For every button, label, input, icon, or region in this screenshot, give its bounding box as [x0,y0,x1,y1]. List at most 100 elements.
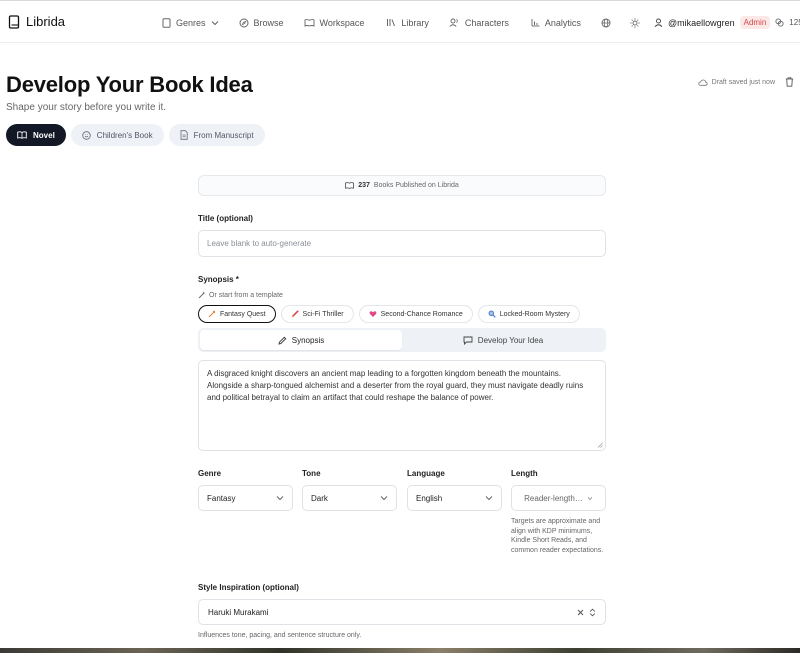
page-title: Develop Your Book Idea [6,72,253,97]
synopsis-text: A disgraced knight discovers an ancient … [207,369,584,402]
draft-status-text: Draft saved just now [711,78,775,86]
genre-label: Genre [198,469,222,478]
template-hint-text: Or start from a template [209,291,283,299]
library-icon [386,18,396,27]
synopsis-textarea[interactable]: A disgraced knight discovers an ancient … [198,360,606,451]
hearts-icon [369,310,377,318]
chevron-down-icon [485,495,493,501]
chevron-down-icon [380,495,388,501]
clear-icon[interactable] [577,609,584,616]
tone-select[interactable]: Dark [302,485,397,511]
pencil-icon [278,336,287,345]
tab-childrens-book[interactable]: Children's Book [70,124,164,146]
template-chip-label: Locked-Room Mystery [499,310,570,318]
template-chip-fantasy-quest[interactable]: Fantasy Quest [198,305,276,323]
theme-toggle-button[interactable] [630,17,640,28]
compass-icon [239,18,249,28]
tone-label: Tone [302,469,321,478]
tab-synopsis[interactable]: Synopsis [200,330,402,350]
page-subtitle: Shape your story before you write it. [6,102,167,113]
sun-icon [630,17,640,28]
nav-library-label: Library [401,17,429,28]
sparkle-wand-icon [208,310,216,318]
nav-genres-dropdown[interactable]: Genres [162,18,219,28]
rocket-icon [291,310,299,318]
book-icon [162,17,171,28]
bar-chart-icon [531,18,540,27]
credits-indicator[interactable]: 1258 [775,18,800,27]
magnifier-icon [488,310,496,318]
book-open-icon [345,182,355,189]
nav-menu: Genres Browse Workspace Library Characte… [162,16,800,29]
admin-role-badge: Admin [739,16,771,29]
tab-synopsis-label: Synopsis [291,335,325,345]
document-icon [180,130,188,140]
nav-analytics-label: Analytics [544,17,581,28]
nav-workspace[interactable]: Workspace [304,18,364,28]
brand-logo[interactable]: Librida [8,14,65,29]
length-select[interactable]: Reader-length… [511,485,606,511]
template-chip-locked-room-mystery[interactable]: Locked-Room Mystery [477,305,580,323]
nav-library[interactable]: Library [386,18,429,28]
smile-icon [82,130,91,140]
nav-analytics[interactable]: Analytics [531,18,581,28]
books-published-stat: 237 Books Published on Librida [198,175,606,196]
book-logo-icon [8,14,20,29]
template-chips: Fantasy Quest Sci-Fi Thriller Second-Cha… [198,305,580,323]
chevron-down-icon [276,495,284,501]
user-menu[interactable]: @mikaellowgren [654,18,735,28]
tab-develop-label: Develop Your Idea [477,335,544,345]
magic-wand-icon [198,291,206,299]
books-published-label: Books Published on Librida [373,182,459,189]
language-value: English [416,493,443,503]
length-placeholder: Reader-length… [524,493,583,503]
users-icon [449,18,460,27]
nav-browse-label: Browse [253,17,284,28]
coins-icon [775,18,784,27]
brand-name: Librida [26,14,66,29]
template-hint: Or start from a template [198,291,283,299]
language-select[interactable]: English [407,485,502,511]
open-book-icon [17,131,27,139]
tab-from-manuscript[interactable]: From Manuscript [168,124,265,146]
nav-characters-label: Characters [464,17,509,28]
style-inspiration-value: Haruki Murakami [208,607,269,617]
user-icon [654,18,663,27]
trash-icon[interactable] [785,77,794,87]
language-globe-button[interactable] [601,18,611,28]
synopsis-label: Synopsis * [198,275,239,284]
template-chip-label: Sci-Fi Thriller [302,310,344,318]
template-chip-label: Second-Chance Romance [380,310,463,318]
title-field-label: Title (optional) [198,214,253,223]
synopsis-mode-toggle: Synopsis Develop Your Idea [198,328,606,352]
chevron-up-down-icon[interactable] [589,608,596,617]
top-navigation: Librida Genres Browse Workspace Library … [0,0,800,43]
open-book-icon [304,18,315,27]
length-label: Length [511,469,538,478]
template-chip-sci-fi-thriller[interactable]: Sci-Fi Thriller [280,305,354,323]
template-chip-second-chance-romance[interactable]: Second-Chance Romance [358,305,473,323]
globe-icon [601,18,611,28]
chevron-down-icon [211,20,219,26]
tab-from-manuscript-label: From Manuscript [193,130,254,140]
title-input[interactable] [198,230,606,257]
credits-count: 1258 [789,18,800,27]
mode-tabs: Novel Children's Book From Manuscript [6,124,265,146]
style-inspiration-combobox[interactable]: Haruki Murakami [198,599,606,625]
template-chip-label: Fantasy Quest [220,310,266,318]
resize-handle-icon[interactable] [597,442,603,448]
tone-value: Dark [311,493,328,503]
tab-novel[interactable]: Novel [6,124,66,146]
books-published-count: 237 [358,182,370,189]
genre-select[interactable]: Fantasy [198,485,293,511]
genre-value: Fantasy [207,493,236,503]
tab-novel-label: Novel [33,130,55,140]
tab-childrens-book-label: Children's Book [96,130,153,140]
chevron-down-icon [587,496,593,501]
nav-characters[interactable]: Characters [449,18,509,28]
chat-bubble-icon [463,336,473,345]
cloud-icon [697,79,708,86]
nav-browse[interactable]: Browse [239,18,284,28]
style-inspiration-note: Influences tone, pacing, and sentence st… [198,632,362,639]
tab-develop-your-idea[interactable]: Develop Your Idea [402,330,604,350]
